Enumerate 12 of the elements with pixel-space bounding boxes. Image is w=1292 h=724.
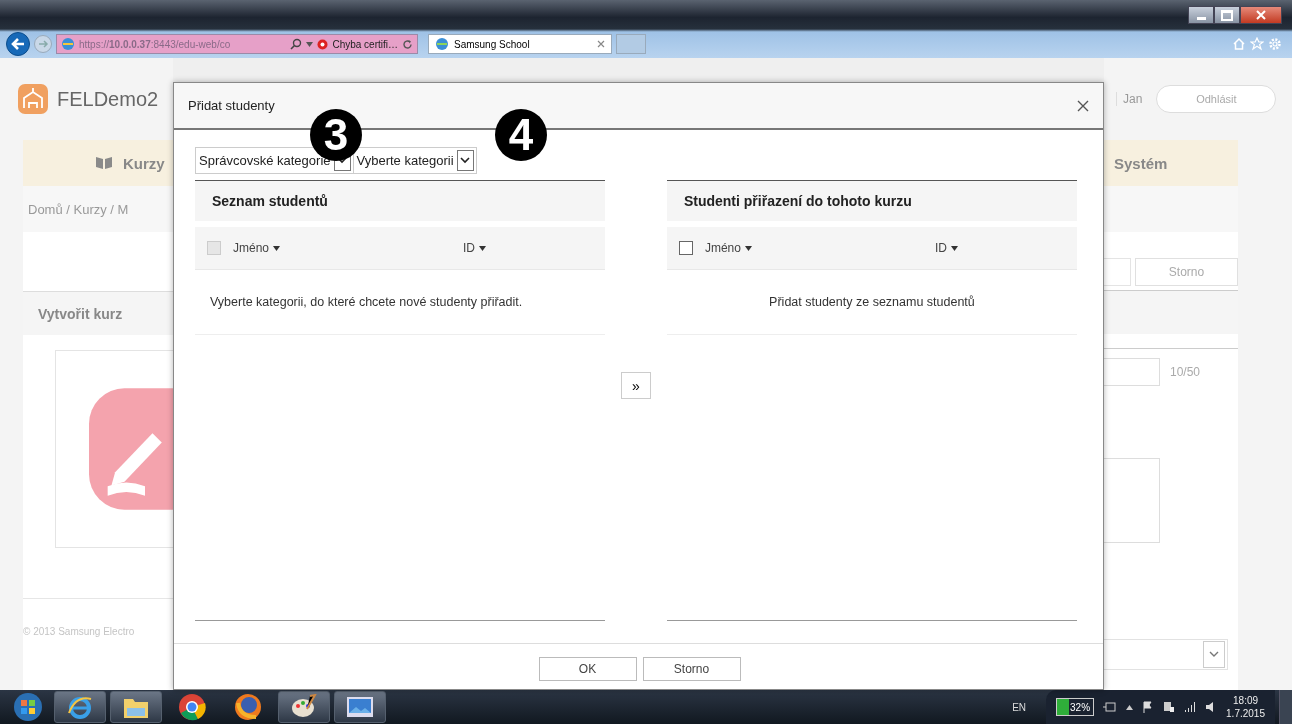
empty-list-message: Přidat studenty ze seznamu studentů <box>769 295 975 309</box>
list-title: Seznam studentů <box>212 193 328 209</box>
url-text: https://10.0.0.37:8443/edu-web/co <box>79 38 232 50</box>
empty-list-message: Vyberte kategorii, do které chcete nové studenty přiřadit. <box>210 295 523 309</box>
copyright-text: © 2013 Samsung Electro <box>23 626 135 637</box>
character-counter: 10/50 <box>1170 365 1201 379</box>
dialog-title: Přidat studenty <box>188 98 275 113</box>
number-marker: 4 <box>495 109 547 161</box>
user-name: Jan <box>1116 92 1143 106</box>
list-title: Studenti přiřazení do tohoto kurzu <box>683 193 912 209</box>
panel-title: Vytvořit kurz <box>38 305 123 322</box>
app-name: FELDemo2 <box>57 87 159 111</box>
